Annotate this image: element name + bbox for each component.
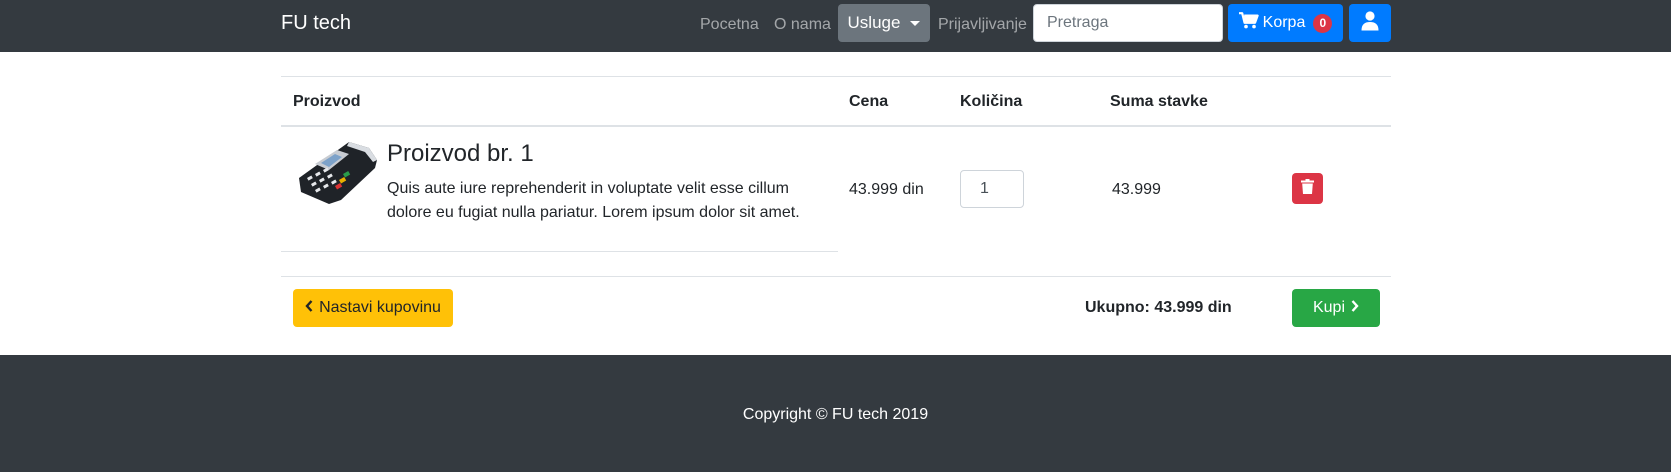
search-input[interactable]: [1033, 4, 1223, 42]
shopping-cart-icon: [1238, 12, 1259, 34]
table-top-border: [281, 76, 1391, 77]
buy-label: Kupi: [1312, 299, 1346, 316]
services-dropdown-label: Usluge: [847, 13, 901, 32]
continue-shopping-button[interactable]: Nastavi kupovinu: [293, 289, 453, 327]
continue-shopping-label: Nastavi kupovinu: [319, 299, 441, 316]
nav-link-home[interactable]: Pocetna: [700, 16, 759, 34]
product-description: Quis aute iure reprehenderit in voluptat…: [387, 180, 800, 221]
header-product: Proizvod: [293, 93, 361, 110]
quantity-input[interactable]: [960, 170, 1024, 208]
trash-icon: [1301, 178, 1314, 199]
row-divider: [281, 251, 838, 252]
user-account-button[interactable]: [1349, 4, 1391, 42]
chevron-left-icon: [305, 299, 313, 317]
cart-label: Korpa: [1262, 14, 1306, 31]
table-header-border: [281, 125, 1391, 127]
cart-button[interactable]: Korpa 0: [1228, 4, 1343, 42]
header-price: Cena: [849, 93, 889, 110]
buy-button[interactable]: Kupi: [1292, 289, 1380, 327]
caret-down-icon: [910, 20, 921, 26]
product-price: 43.999 din: [849, 181, 924, 198]
copyright-text: Copyright © FU tech 2019: [742, 406, 929, 423]
chevron-right-icon: [1351, 299, 1359, 317]
page-footer: Copyright © FU tech 2019: [0, 355, 1671, 472]
services-dropdown[interactable]: Usluge: [838, 4, 930, 42]
header-subtotal: Suma stavke: [1110, 93, 1208, 110]
cart-count-badge: 0: [1313, 13, 1333, 33]
user-icon: [1361, 10, 1379, 36]
brand-logo[interactable]: FU tech: [281, 12, 351, 35]
nav-link-login[interactable]: Prijavljivanje: [938, 16, 1027, 34]
product-image: [293, 138, 381, 208]
top-navbar: FU tech Pocetna O nama Usluge Prijavljiv…: [0, 0, 1671, 52]
nav-link-about[interactable]: O nama: [774, 16, 831, 34]
product-name: Proizvod br. 1: [387, 140, 534, 167]
cart-total: Ukupno: 43.999 din: [1085, 299, 1232, 316]
delete-item-button[interactable]: [1292, 173, 1323, 204]
header-quantity: Količina: [960, 93, 1023, 110]
footer-row-border: [281, 276, 1391, 277]
product-subtotal: 43.999: [1112, 181, 1161, 198]
